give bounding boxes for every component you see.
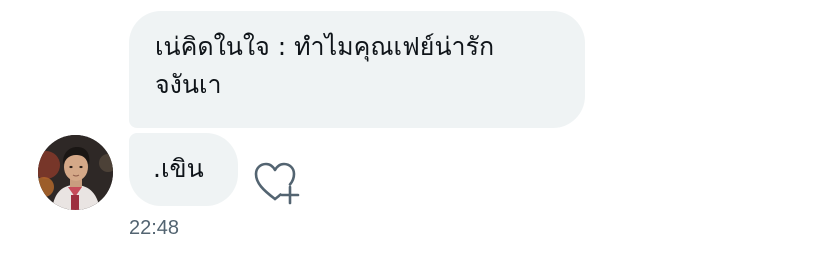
dm-thread: เน่คิดในใจ : ทำไมคุณเฟย์น่ารัก จงันเา .เ… [0, 0, 828, 276]
message-text-line: เน่คิดในใจ : ทำไมคุณเฟย์น่ารัก [155, 32, 495, 61]
message-text-line: จงันเา [155, 70, 222, 99]
message-bubble-received[interactable]: เน่คิดในใจ : ทำไมคุณเฟย์น่ารัก จงันเา [129, 11, 585, 128]
message-bubble-received[interactable]: .เขิน [129, 133, 238, 206]
heart-plus-icon[interactable] [253, 160, 301, 206]
message-text: .เขิน [153, 154, 204, 183]
message-timestamp: 22:48 [129, 217, 180, 239]
avatar[interactable] [38, 135, 113, 210]
avatar-image [38, 135, 113, 210]
